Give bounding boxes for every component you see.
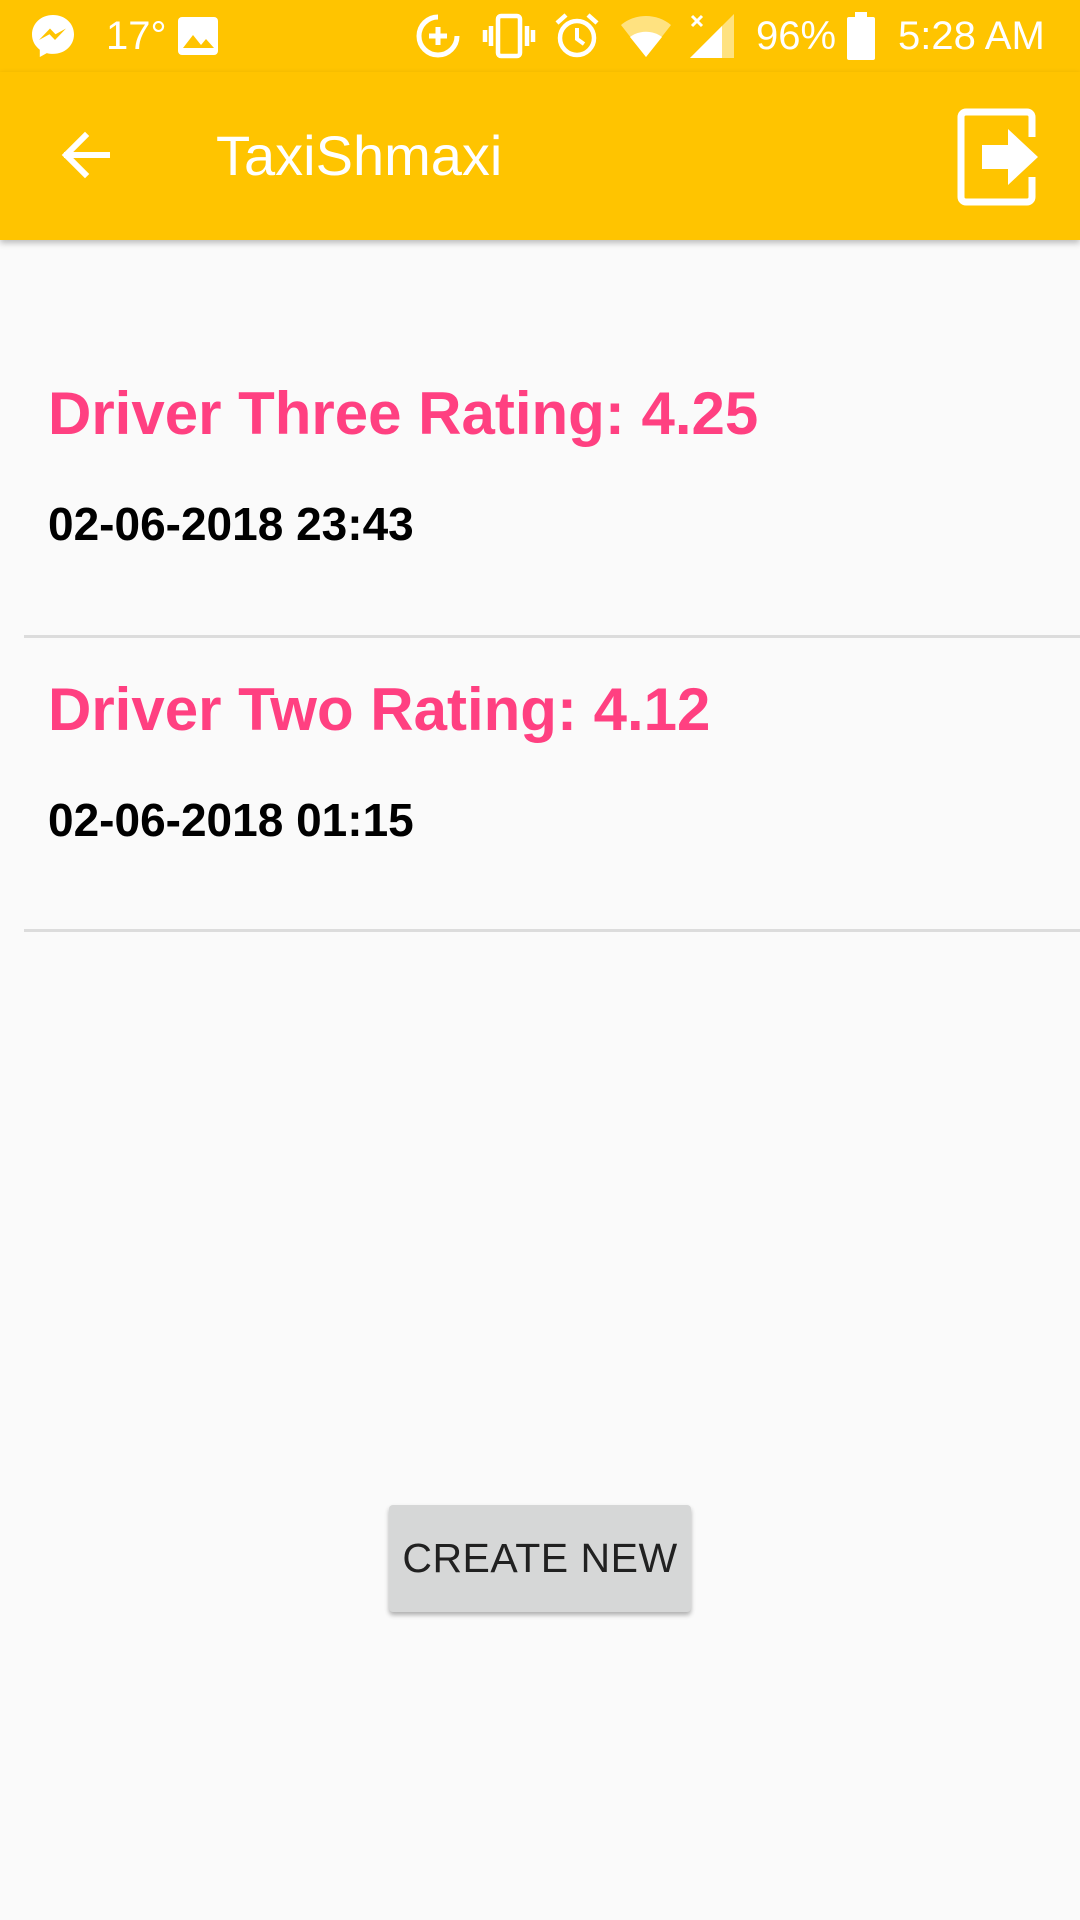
ride-list: Driver Three Rating: 4.25 02-06-2018 23:… <box>0 240 1080 932</box>
logout-icon <box>956 107 1040 207</box>
app-bar: TaxiShmaxi <box>0 72 1080 240</box>
alarm-icon <box>552 0 602 72</box>
divider <box>24 929 1080 932</box>
list-item[interactable]: Driver Three Rating: 4.25 02-06-2018 23:… <box>0 240 1080 638</box>
create-new-button[interactable]: CREATE NEW <box>389 1505 691 1612</box>
status-bar: 17° 96% 5:28 AM <box>0 0 1080 72</box>
page-title: TaxiShmaxi <box>216 124 503 187</box>
driver-rating-title: Driver Three Rating: 4.25 <box>48 380 759 447</box>
data-saver-icon <box>414 0 462 72</box>
ride-date: 02-06-2018 23:43 <box>48 498 414 550</box>
clock-text: 5:28 AM <box>898 13 1045 58</box>
driver-rating-title: Driver Two Rating: 4.12 <box>48 676 711 743</box>
ride-date: 02-06-2018 01:15 <box>48 794 414 846</box>
wifi-icon <box>620 0 672 72</box>
image-icon <box>176 0 220 72</box>
back-button[interactable] <box>40 110 130 200</box>
battery-percent-text: 96% <box>756 13 837 58</box>
list-item[interactable]: Driver Two Rating: 4.12 02-06-2018 01:15 <box>0 638 1080 932</box>
battery-icon <box>846 0 876 72</box>
temperature-text: 17° <box>106 13 167 58</box>
vibrate-icon <box>482 0 536 72</box>
logout-button[interactable] <box>948 102 1048 212</box>
messenger-icon <box>28 0 78 72</box>
signal-icon <box>688 0 736 72</box>
arrow-back-icon <box>57 127 113 183</box>
